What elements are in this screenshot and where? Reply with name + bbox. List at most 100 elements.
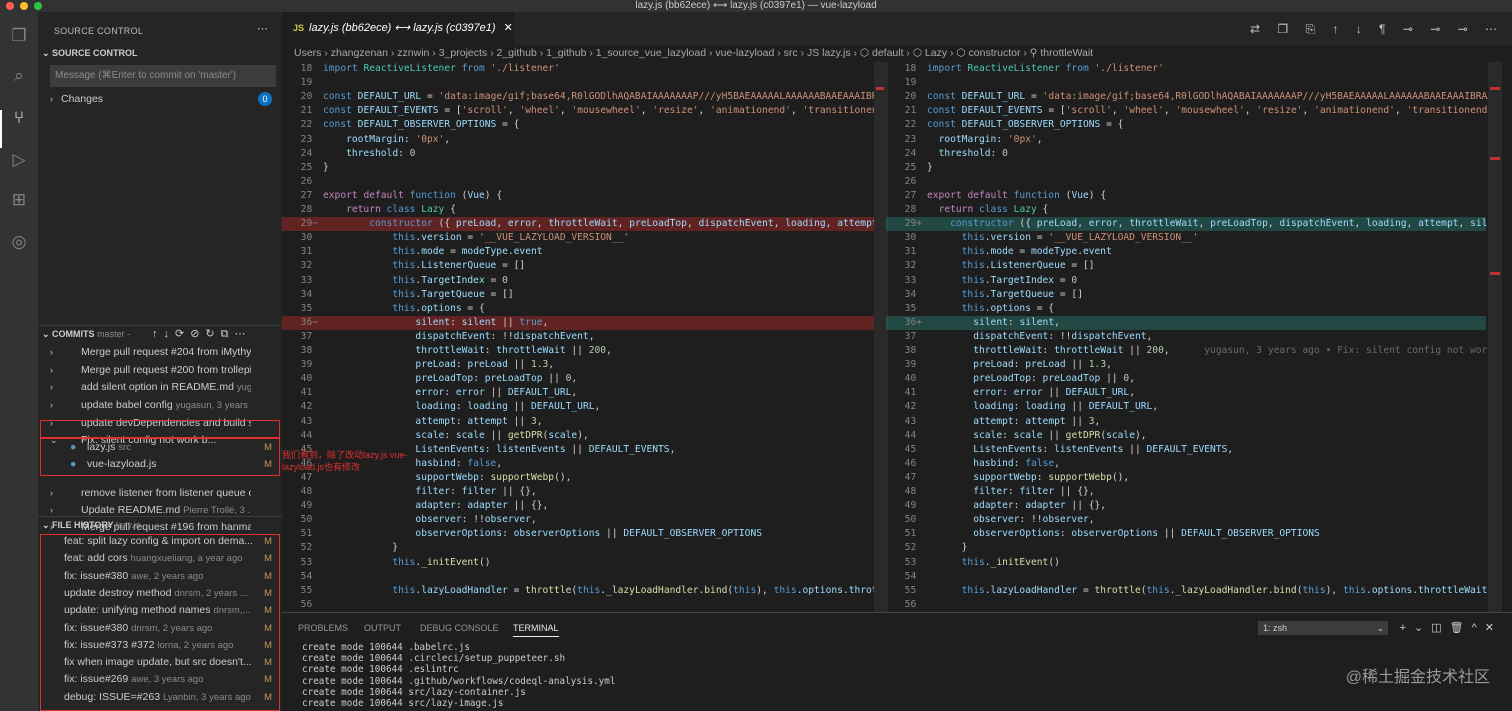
code-line[interactable]: 20 const DEFAULT_URL = 'data:image/gif;b… [886, 90, 1496, 104]
files-icon[interactable]: ❐ [7, 24, 31, 48]
code-line[interactable]: 19 [282, 76, 882, 90]
code-line[interactable]: 40 preLoadTop: preLoadTop || 0, [282, 372, 882, 386]
code-line[interactable]: 25 } [282, 161, 882, 175]
code-line[interactable]: 36− silent: silent || true, [282, 315, 882, 330]
code-line[interactable]: 38 throttleWait: throttleWait || 200, [282, 344, 882, 358]
code-line[interactable]: 54 [886, 570, 1486, 584]
code-line[interactable]: 30 this.version = '__VUE_LAZYLOAD_VERSIO… [886, 231, 1486, 245]
code-line[interactable]: 41 error: error || DEFAULT_URL, [886, 386, 1486, 400]
code-line[interactable]: 47 supportWebp: supportWebp(), [282, 471, 882, 485]
changes-group[interactable]: › Changes [38, 91, 282, 108]
code-line[interactable]: 32 this.ListenerQueue = [] [282, 259, 882, 273]
more-actions-icon[interactable]: ⋯ [257, 22, 268, 35]
modified-scrollbar[interactable] [1488, 62, 1502, 612]
code-line[interactable]: 39 preLoad: preLoad || 1.3, [282, 358, 882, 372]
code-line[interactable]: 24 threshold: 0 [282, 147, 882, 161]
code-line[interactable]: 26 [886, 175, 1486, 189]
code-line[interactable]: 26 [282, 175, 882, 189]
terminal-output[interactable]: create mode 100644 .babelrc.js create mo… [302, 642, 615, 709]
code-line[interactable]: 56 [886, 598, 1486, 612]
code-line[interactable]: 31 this.mode = modeType.event [886, 245, 1486, 259]
code-line[interactable]: 30 this.version = '__VUE_LAZYLOAD_VERSIO… [282, 231, 882, 245]
code-line[interactable]: 33 this.TargetIndex = 0 [886, 274, 1486, 288]
code-line[interactable]: 42 loading: loading || DEFAULT_URL, [282, 400, 882, 414]
code-line[interactable]: 51 observerOptions: observerOptions || D… [886, 527, 1486, 541]
diff-original-pane[interactable]: 18 import ReactiveListener from './liste… [282, 62, 882, 612]
code-line[interactable]: 43 attempt: attempt || 3, [886, 415, 1486, 429]
code-line[interactable]: 27 export default function (Vue) { [886, 189, 1486, 203]
tab-problems[interactable]: PROBLEMS [298, 623, 348, 633]
code-line[interactable]: 25 } [886, 161, 1486, 175]
code-line[interactable]: 28 return class Lazy { [282, 203, 882, 217]
code-line[interactable]: 53 this._initEvent() [886, 556, 1486, 570]
code-line[interactable]: 28 return class Lazy { [886, 203, 1486, 217]
code-line[interactable]: 24 threshold: 0 [886, 147, 1486, 161]
code-line[interactable]: 52 } [282, 541, 882, 555]
code-line[interactable]: 40 preLoadTop: preLoadTop || 0, [886, 372, 1486, 386]
code-line[interactable]: 21 const DEFAULT_EVENTS = ['scroll', 'wh… [886, 104, 1494, 118]
code-line[interactable]: 55 this.lazyLoadHandler = throttle(this.… [886, 584, 1493, 598]
code-line[interactable]: 45 ListenEvents: listenEvents || DEFAULT… [886, 443, 1486, 457]
code-line[interactable]: 31 this.mode = modeType.event [282, 245, 882, 259]
code-line[interactable]: 52 } [886, 541, 1486, 555]
git-graph-icon[interactable]: ◎ [7, 230, 31, 254]
code-line[interactable]: 29− constructor ({ preLoad, error, throt… [282, 217, 882, 232]
code-line[interactable]: 49 adapter: adapter || {}, [886, 499, 1486, 513]
code-line[interactable]: 43 attempt: attempt || 3, [282, 415, 882, 429]
commits-section[interactable]: ⌄ COMMITS master - ↑↓⟳⊘↻⧉⋯ [38, 325, 282, 342]
code-line[interactable]: 44 scale: scale || getDPR(scale), [282, 429, 882, 443]
commit-item[interactable]: › remove listener from listener queue o..… [38, 485, 282, 502]
code-line[interactable]: 37 dispatchEvent: !!dispatchEvent, [282, 330, 882, 344]
tab-lazy-diff[interactable]: JS lazy.js (bb62ece) ⟷ lazy.js (c0397e1) … [282, 12, 514, 45]
code-line[interactable]: 55 this.lazyLoadHandler = throttle(this.… [282, 584, 882, 598]
code-line[interactable]: 50 observer: !!observer, [886, 513, 1486, 527]
code-line[interactable]: 36+ silent: silent, [886, 315, 1486, 330]
code-line[interactable]: 23 rootMargin: '0px', [886, 133, 1486, 147]
code-line[interactable]: 23 rootMargin: '0px', [282, 133, 882, 147]
zoom-window-button[interactable] [34, 2, 42, 10]
code-line[interactable]: 54 [282, 570, 882, 584]
close-icon[interactable]: ✕ [504, 22, 513, 34]
code-line[interactable]: 32 this.ListenerQueue = [] [886, 259, 1486, 273]
code-line[interactable]: 53 this._initEvent() [282, 556, 882, 570]
code-line[interactable]: 51 observerOptions: observerOptions || D… [282, 527, 882, 541]
code-line[interactable]: 49 adapter: adapter || {}, [282, 499, 882, 513]
search-icon[interactable]: ⌕ [7, 64, 31, 88]
code-line[interactable]: 35 this.options = { [282, 302, 882, 316]
code-line[interactable]: 20 const DEFAULT_URL = 'data:image/gif;b… [282, 90, 882, 104]
minimize-window-button[interactable] [20, 2, 28, 10]
code-line[interactable]: 37 dispatchEvent: !!dispatchEvent, [886, 330, 1486, 344]
code-line[interactable]: 48 filter: filter || {}, [282, 485, 882, 499]
code-line[interactable]: 34 this.TargetQueue = [] [886, 288, 1486, 302]
code-line[interactable]: 50 observer: !!observer, [282, 513, 882, 527]
source-control-icon[interactable]: ⑂ [7, 106, 31, 130]
panel-toolbar[interactable]: +⌄◫🗑^✕ [1400, 621, 1502, 634]
code-line[interactable]: 19 [886, 76, 1486, 90]
code-line[interactable]: 22 const DEFAULT_OBSERVER_OPTIONS = { [282, 118, 882, 132]
code-line[interactable]: 34 this.TargetQueue = [] [282, 288, 882, 302]
code-line[interactable]: 39 preLoad: preLoad || 1.3, [886, 358, 1486, 372]
code-line[interactable]: 47 supportWebp: supportWebp(), [886, 471, 1486, 485]
code-line[interactable]: 46 hasbind: false, [886, 457, 1486, 471]
code-line[interactable]: 18 import ReactiveListener from './liste… [886, 62, 1486, 76]
commit-message-input[interactable]: Message (⌘Enter to commit on 'master') [50, 65, 276, 87]
code-line[interactable]: 38 throttleWait: throttleWait || 200, yu… [886, 344, 1488, 358]
code-line[interactable]: 33 this.TargetIndex = 0 [282, 274, 882, 288]
terminal-select[interactable]: 1: zsh ⌄ [1258, 621, 1388, 635]
code-line[interactable]: 41 error: error || DEFAULT_URL, [282, 386, 882, 400]
tab-output[interactable]: OUTPUT [364, 623, 401, 633]
code-line[interactable]: 42 loading: loading || DEFAULT_URL, [886, 400, 1486, 414]
code-line[interactable]: 44 scale: scale || getDPR(scale), [886, 429, 1486, 443]
code-line[interactable]: 21 const DEFAULT_EVENTS = ['scroll', 'wh… [282, 104, 882, 118]
code-line[interactable]: 35 this.options = { [886, 302, 1486, 316]
commit-item[interactable]: › Merge pull request #200 from trollepi..… [38, 362, 282, 379]
diff-modified-pane[interactable]: 18 import ReactiveListener from './liste… [886, 62, 1496, 612]
code-line[interactable]: 48 filter: filter || {}, [886, 485, 1486, 499]
commit-item[interactable]: › add silent option in README.md yuga... [38, 379, 282, 396]
source-control-section[interactable]: ⌄ SOURCE CONTROL [38, 45, 282, 62]
code-line[interactable]: 27 export default function (Vue) { [282, 189, 882, 203]
tab-debug-console[interactable]: DEBUG CONSOLE [420, 623, 499, 633]
code-line[interactable]: 56 [282, 598, 882, 612]
extensions-icon[interactable]: ⊞ [7, 188, 31, 212]
close-window-button[interactable] [6, 2, 14, 10]
